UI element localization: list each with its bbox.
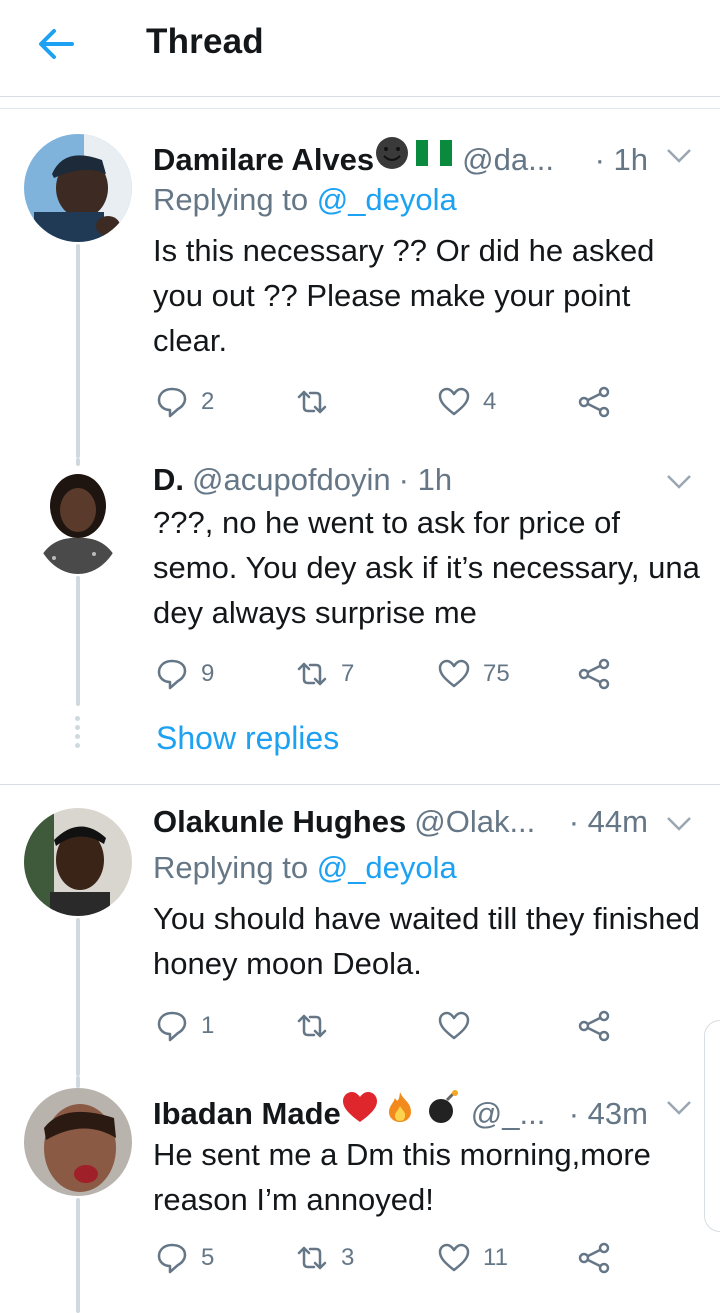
replying-to-label: Replying to [153, 850, 317, 885]
display-name[interactable]: Ibadan Made [153, 1096, 341, 1132]
reply-button[interactable]: 5 [155, 1238, 214, 1278]
user-handle[interactable]: @da... [462, 142, 554, 178]
scroll-handle[interactable] [704, 1020, 720, 1232]
top-bar: Thread [0, 0, 720, 97]
tweet-actions: 5 3 11 [155, 1238, 625, 1278]
page-title: Thread [146, 22, 264, 61]
retweet-count: 7 [341, 660, 355, 687]
reply-icon [157, 1243, 187, 1274]
tweet-header: Ibadan Made @_... · 43m [153, 1090, 694, 1132]
display-name[interactable]: D. [153, 462, 184, 498]
chevron-down-icon[interactable] [666, 148, 692, 164]
heart-icon [438, 1243, 470, 1272]
tweet-actions: 2 4 [155, 382, 625, 422]
retweet-button[interactable]: 3 [295, 1238, 354, 1278]
share-button[interactable] [577, 1238, 623, 1278]
retweet-button[interactable] [295, 382, 341, 422]
thread-continuation-dots [75, 716, 81, 752]
separator [0, 108, 720, 109]
avatar[interactable] [34, 466, 122, 574]
share-button[interactable] [577, 382, 623, 422]
retweet-count: 3 [341, 1244, 355, 1271]
tweet-text: ???, no he went to ask for price of semo… [153, 505, 700, 630]
share-icon [578, 658, 610, 690]
reply-icon [157, 387, 187, 418]
user-handle[interactable]: @acupofdoyin [192, 462, 391, 498]
replying-to: Replying to @_deyola [153, 850, 457, 886]
reply-icon [157, 1011, 187, 1042]
tweet[interactable]: Ibadan Made @_... · 43m He sent me a Dm … [0, 1076, 720, 1313]
timestamp[interactable]: · 1h [399, 462, 452, 498]
retweet-icon [297, 1246, 327, 1270]
replying-to: Replying to @_deyola [153, 182, 457, 218]
user-handle[interactable]: @_... [471, 1096, 546, 1132]
share-icon [578, 1010, 610, 1042]
fire-emoji [388, 1092, 411, 1122]
retweet-icon [297, 1014, 327, 1038]
reply-button[interactable]: 2 [155, 382, 214, 422]
avatar[interactable] [24, 1088, 132, 1196]
heart-icon [438, 387, 470, 416]
replying-to-link[interactable]: @_deyola [317, 182, 457, 217]
like-button[interactable] [437, 1006, 483, 1046]
like-count: 4 [483, 388, 497, 415]
chevron-down-icon[interactable] [666, 1100, 692, 1116]
heart-icon [438, 1011, 470, 1040]
tweet-text: You should have waited till they finishe… [153, 901, 700, 981]
thread-line [76, 1076, 80, 1088]
back-arrow-icon[interactable] [34, 22, 78, 66]
show-replies-link[interactable]: Show replies [156, 720, 339, 757]
heart-icon [438, 659, 470, 688]
share-button[interactable] [577, 654, 623, 694]
like-button[interactable]: 4 [437, 382, 496, 422]
reply-count: 9 [201, 660, 215, 687]
tweet-header: D. @acupofdoyin · 1h [153, 462, 694, 502]
red-heart-emoji [342, 1092, 377, 1122]
retweet-icon [297, 390, 327, 414]
retweet-button[interactable]: 7 [295, 654, 354, 694]
tweet[interactable]: Damilare Alves @da... · 1h Replying to @… [0, 118, 720, 458]
chevron-down-icon[interactable] [666, 816, 692, 832]
tweet-header: Olakunle Hughes @Olak... · 44m [153, 804, 694, 844]
display-name[interactable]: Damilare Alves [153, 142, 374, 178]
retweet-button[interactable] [295, 1006, 341, 1046]
like-count: 75 [483, 660, 510, 687]
reply-count: 5 [201, 1244, 215, 1271]
user-handle[interactable]: @Olak... [414, 804, 535, 840]
share-icon [578, 1242, 610, 1274]
replying-to-label: Replying to [153, 182, 317, 217]
nigeria-flag-emoji [416, 140, 453, 166]
tweet[interactable]: D. @acupofdoyin · 1h ???, no he went to … [0, 458, 720, 782]
reply-count: 2 [201, 388, 215, 415]
smiley-face-emoji [376, 137, 409, 169]
avatar[interactable] [24, 808, 132, 916]
separator [0, 784, 720, 785]
thread-line [76, 918, 80, 1076]
tweet-actions: 1 [155, 1006, 625, 1046]
tweet-text: He sent me a Dm this morning,more reason… [153, 1137, 651, 1217]
reply-icon [157, 659, 187, 690]
like-button[interactable]: 75 [437, 654, 510, 694]
bomb-emoji [428, 1090, 458, 1123]
thread-line [76, 458, 80, 466]
share-button[interactable] [577, 1006, 623, 1046]
tweet-actions: 9 7 75 [155, 654, 625, 694]
like-button[interactable]: 11 [437, 1238, 508, 1278]
tweet[interactable]: Olakunle Hughes @Olak... · 44m Replying … [0, 786, 720, 1076]
reply-button[interactable]: 1 [155, 1006, 214, 1046]
reply-button[interactable]: 9 [155, 654, 214, 694]
tweet-text: Is this necessary ?? Or did he asked you… [153, 233, 655, 358]
tweet-header: Damilare Alves @da... · 1h [153, 136, 694, 178]
reply-count: 1 [201, 1012, 215, 1039]
share-icon [578, 386, 610, 418]
thread-line [76, 244, 80, 458]
avatar[interactable] [24, 134, 132, 242]
display-name[interactable]: Olakunle Hughes [153, 804, 406, 840]
chevron-down-icon[interactable] [666, 474, 692, 490]
retweet-icon [297, 662, 327, 686]
thread-line [76, 1198, 80, 1313]
like-count: 11 [483, 1244, 508, 1271]
replying-to-link[interactable]: @_deyola [317, 850, 457, 885]
thread-line [76, 576, 80, 706]
